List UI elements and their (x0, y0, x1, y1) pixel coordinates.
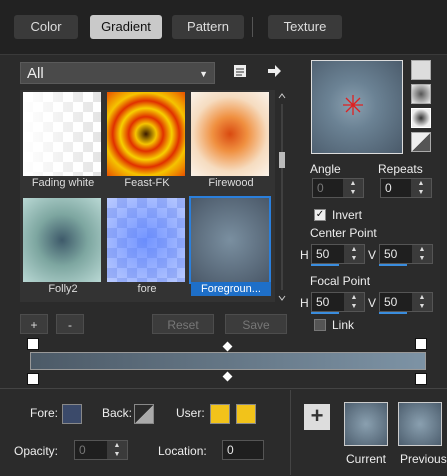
gradient-swatch-folly2[interactable]: Folly2 (23, 198, 101, 295)
back-color-swatch[interactable] (134, 404, 154, 424)
opacity-midpoint-marker[interactable] (222, 341, 233, 352)
focal-h-label: H (300, 296, 309, 310)
center-point-icon (343, 95, 363, 115)
previous-gradient-thumb[interactable] (398, 402, 442, 446)
color-stop-end[interactable] (415, 373, 427, 385)
gradient-swatch-feast-fk[interactable]: Feast-FK (107, 92, 185, 189)
color-midpoint-marker[interactable] (222, 371, 233, 382)
center-h-slider[interactable] (311, 264, 339, 266)
tab-pattern[interactable]: Pattern (172, 15, 244, 39)
gradient-preview[interactable] (311, 60, 403, 154)
linear-style-button[interactable] (411, 60, 431, 80)
focal-h-spinbox[interactable]: 50 ▲ ▼ (311, 292, 365, 312)
tab-separator (252, 17, 253, 37)
focal-h-slider[interactable] (311, 312, 339, 314)
swatch-label: fore (137, 283, 157, 295)
divider (290, 390, 291, 475)
up-down-icon[interactable]: ▲ ▼ (412, 245, 432, 263)
sunburst-style-button[interactable] (411, 132, 431, 152)
opacity-stop-end[interactable] (415, 338, 427, 350)
save-button[interactable]: Save (225, 314, 287, 334)
reset-button[interactable]: Reset (152, 314, 214, 334)
angle-spinbox[interactable]: 0 ▲ ▼ (312, 178, 364, 198)
remove-gradient-button[interactable]: - (56, 314, 84, 334)
up-down-icon[interactable]: ▲ ▼ (412, 293, 432, 311)
gradient-swatch-foreground[interactable]: Foregroun... (189, 196, 271, 296)
center-v-spinbox[interactable]: 50 ▲ ▼ (379, 244, 433, 264)
library-icon[interactable] (232, 63, 248, 79)
center-v-value: 50 (384, 247, 398, 261)
location-input[interactable]: 0 (222, 440, 264, 460)
opacity-label: Opacity: (14, 444, 59, 458)
rectangular-style-button[interactable] (411, 84, 431, 104)
swatch-label: Fading white (31, 177, 95, 189)
tab-color[interactable]: Color (14, 15, 78, 39)
focal-v-spinbox[interactable]: 50 ▲ ▼ (379, 292, 433, 312)
center-v-slider[interactable] (379, 264, 407, 266)
category-selected: All (27, 65, 44, 82)
user-color-swatch-1[interactable] (210, 404, 230, 424)
opacity-stop-start[interactable] (27, 338, 39, 350)
up-down-icon[interactable]: ▲ ▼ (343, 179, 363, 197)
color-stop-start[interactable] (27, 373, 39, 385)
radial-style-button[interactable] (411, 108, 431, 128)
repeats-value: 0 (385, 181, 392, 195)
center-h-value: 50 (316, 247, 330, 261)
gradient-swatch-fore[interactable]: fore (107, 198, 185, 295)
location-label: Location: (158, 444, 207, 458)
add-to-swatches-button[interactable]: + (304, 404, 330, 430)
center-point-label: Center Point (310, 226, 377, 240)
repeats-label: Repeats (378, 162, 423, 176)
swatch-label: Folly2 (48, 283, 78, 295)
up-down-icon[interactable]: ▲ ▼ (344, 245, 364, 263)
previous-label: Previous (400, 452, 447, 466)
tab-gradient[interactable]: Gradient (90, 15, 162, 39)
current-label: Current (346, 452, 387, 466)
current-gradient-thumb[interactable] (344, 402, 388, 446)
gradient-strip[interactable] (30, 352, 426, 370)
gallery-scrollbar[interactable] (277, 92, 287, 302)
add-gradient-button[interactable]: + (20, 314, 48, 334)
invert-checkbox[interactable]: ✓ (314, 209, 326, 221)
invert-label: Invert (332, 208, 363, 222)
fore-color-swatch[interactable] (62, 404, 82, 424)
gradient-gallery: Fading white Feast-FK Firewood Folly2 fo… (20, 90, 275, 302)
focal-v-value: 50 (384, 295, 398, 309)
category-dropdown[interactable]: All ▼ (20, 62, 215, 84)
user-label: User: (176, 406, 205, 420)
gradient-swatch-fading-white[interactable]: Fading white (23, 92, 101, 189)
link-checkbox[interactable] (314, 319, 326, 331)
fore-label: Fore: (30, 406, 59, 420)
arrow-right-icon[interactable] (266, 63, 282, 79)
center-h-spinbox[interactable]: 50 ▲ ▼ (311, 244, 365, 264)
focal-v-label: V (368, 296, 377, 310)
up-down-icon[interactable]: ▲ ▼ (107, 441, 127, 459)
up-down-icon[interactable]: ▲ ▼ (344, 293, 364, 311)
focal-point-label: Focal Point (310, 274, 371, 288)
swatch-label: Firewood (208, 177, 254, 189)
repeats-spinbox[interactable]: 0 ▲ ▼ (380, 178, 432, 198)
center-h-label: H (300, 248, 309, 262)
chevron-down-icon: ▼ (199, 69, 208, 79)
user-color-swatch-2[interactable] (236, 404, 256, 424)
tab-bar: Color Gradient Pattern Texture (0, 0, 447, 55)
gradient-swatch-firewood[interactable]: Firewood (191, 92, 269, 189)
location-value: 0 (227, 443, 234, 457)
angle-value: 0 (317, 181, 324, 195)
link-label: Link (332, 318, 355, 332)
opacity-spinbox[interactable]: 0 ▲ ▼ (74, 440, 128, 460)
center-v-label: V (368, 248, 377, 262)
focal-h-value: 50 (316, 295, 330, 309)
up-down-icon[interactable]: ▲ ▼ (411, 179, 431, 197)
back-label: Back: (102, 406, 133, 420)
angle-label: Angle (310, 162, 341, 176)
focal-v-slider[interactable] (379, 312, 407, 314)
swatch-label: Foregroun... (191, 282, 271, 296)
tab-texture[interactable]: Texture (268, 15, 342, 39)
swatch-label: Feast-FK (124, 177, 170, 189)
opacity-value: 0 (79, 443, 86, 457)
